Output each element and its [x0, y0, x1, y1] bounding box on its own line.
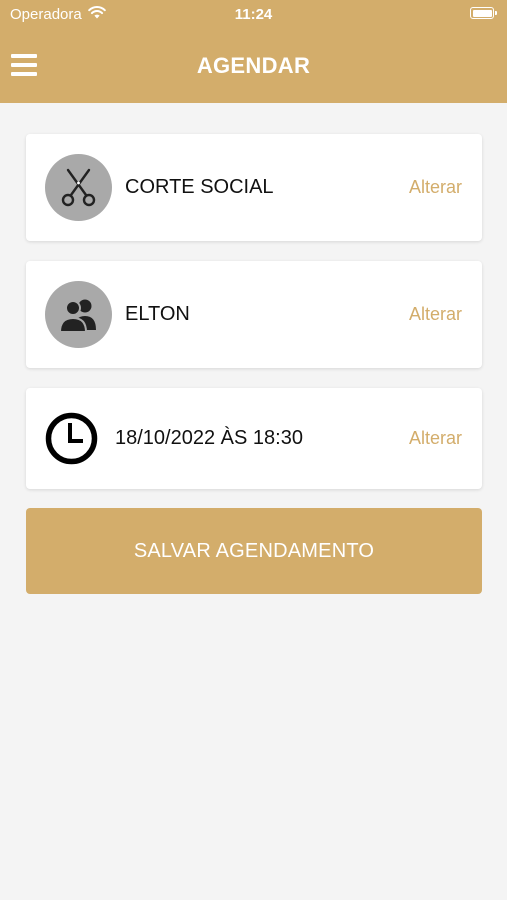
change-professional-link[interactable]: Alterar [409, 261, 462, 368]
page-title: AGENDAR [196, 53, 311, 78]
datetime-card: 18/10/2022 ÀS 18:30 Alterar [26, 388, 482, 489]
professional-name: ELTON [125, 303, 190, 325]
professional-card: ELTON Alterar [26, 261, 482, 368]
appointment-datetime: 18/10/2022 ÀS 18:30 [115, 427, 303, 449]
change-service-link[interactable]: Alterar [409, 134, 462, 241]
battery-icon [470, 7, 497, 19]
users-icon [58, 299, 96, 333]
service-name: CORTE SOCIAL [125, 176, 274, 198]
change-datetime-link[interactable]: Alterar [409, 388, 462, 489]
status-bar: Operadora 11:24 [0, 0, 507, 28]
app-header: Operadora 11:24 AGENDAR [0, 0, 507, 103]
service-avatar [45, 154, 112, 221]
save-appointment-button[interactable]: SALVAR AGENDAMENTO [26, 508, 482, 594]
scissors-icon [61, 168, 96, 207]
professional-avatar [45, 281, 112, 348]
service-card: CORTE SOCIAL Alterar [26, 134, 482, 241]
clock-icon [45, 412, 98, 465]
status-time: 11:24 [234, 6, 273, 23]
